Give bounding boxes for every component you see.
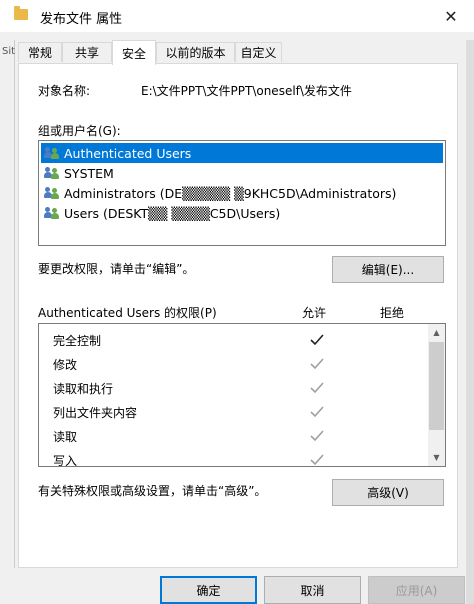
apply-button[interactable]: 应用(A) xyxy=(368,576,465,604)
allow-header: 允许 xyxy=(302,306,327,320)
users-icon xyxy=(44,186,60,200)
list-item[interactable]: SYSTEM xyxy=(41,163,443,183)
permission-row: 列出文件夹内容 xyxy=(53,400,433,424)
allow-check-icon xyxy=(310,382,324,394)
scroll-thumb[interactable] xyxy=(429,342,444,430)
permission-name: 写入 xyxy=(53,453,78,467)
list-item[interactable]: Administrators (DE▒▒▒▒▒ ▒9KHC5D\Administ… xyxy=(41,183,443,203)
permission-row: 读取和执行 xyxy=(53,376,433,400)
tab-security[interactable]: 安全 xyxy=(112,40,156,65)
tab-sharing[interactable]: 共享 xyxy=(62,42,112,62)
ok-button[interactable]: 确定 xyxy=(160,576,257,604)
users-icon xyxy=(44,206,60,220)
background-window-text: Sit xyxy=(2,46,16,57)
permission-row: 写入 xyxy=(53,448,433,467)
scroll-down-icon[interactable]: ▼ xyxy=(428,449,445,466)
group-user-label: 组或用户名(G): xyxy=(38,124,121,138)
background-window-edge xyxy=(0,40,15,604)
deny-header: 拒绝 xyxy=(380,306,405,320)
advanced-button[interactable]: 高级(V) xyxy=(332,479,444,506)
permission-name: 读取和执行 xyxy=(53,381,114,396)
users-icon xyxy=(44,146,60,160)
allow-check-icon xyxy=(310,430,324,442)
permission-row: 修改 xyxy=(53,352,433,376)
permission-name: 修改 xyxy=(53,357,78,372)
window-title: 发布文件 属性 xyxy=(40,12,123,27)
allow-check-icon xyxy=(310,454,324,466)
folder-icon xyxy=(14,6,28,20)
edit-button[interactable]: 编辑(E)... xyxy=(332,256,444,283)
permission-name: 读取 xyxy=(53,429,78,444)
tab-general[interactable]: 常规 xyxy=(18,42,62,62)
allow-check-icon xyxy=(310,406,324,418)
list-item[interactable]: Authenticated Users xyxy=(41,143,443,163)
cancel-button[interactable]: 取消 xyxy=(264,576,361,604)
tab-customize[interactable]: 自定义 xyxy=(235,42,282,62)
permission-row: 完全控制 xyxy=(53,328,433,352)
users-icon xyxy=(44,166,60,180)
object-name-label: 对象名称: xyxy=(38,84,91,98)
tab-previous-versions[interactable]: 以前的版本 xyxy=(156,42,235,62)
edit-hint: 要更改权限，请单击“编辑”。 xyxy=(38,262,195,276)
permissions-list: 完全控制 修改 读取和执行 列出文件夹内容 读取 写入 ▲ ▼ xyxy=(38,323,446,467)
user-name: SYSTEM xyxy=(64,165,114,181)
user-name: Administrators (DE▒▒▒▒▒ ▒9KHC5D\Administ… xyxy=(64,185,397,201)
permissions-title: Authenticated Users 的权限(P) xyxy=(38,306,217,320)
advanced-hint: 有关特殊权限或高级设置，请单击“高级”。 xyxy=(38,484,267,498)
user-name: Authenticated Users xyxy=(64,145,192,161)
permission-name: 列出文件夹内容 xyxy=(53,405,138,420)
title-bar: 发布文件 属性 ✕ xyxy=(0,0,474,32)
permission-name: 完全控制 xyxy=(53,333,102,348)
close-button[interactable]: ✕ xyxy=(428,0,474,32)
allow-check-icon xyxy=(310,358,324,370)
permissions-scrollbar[interactable]: ▲ ▼ xyxy=(428,324,445,466)
scroll-up-icon[interactable]: ▲ xyxy=(428,324,445,341)
user-listbox[interactable]: Authenticated Users SYSTEM Administrator… xyxy=(38,140,446,246)
allow-check-icon xyxy=(310,334,324,346)
list-item[interactable]: Users (DESKT▒▒ ▒▒▒▒C5D\Users) xyxy=(41,203,443,223)
user-name: Users (DESKT▒▒ ▒▒▒▒C5D\Users) xyxy=(64,205,281,221)
background-window-edge-right xyxy=(466,40,474,604)
object-name-value: E:\文件PPT\文件PPT\oneself\发布文件 xyxy=(141,84,352,98)
permission-row: 读取 xyxy=(53,424,433,448)
